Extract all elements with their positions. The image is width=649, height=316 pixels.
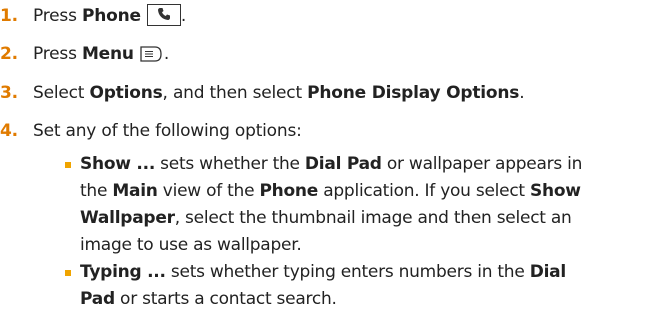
text-part: application. If you select (318, 181, 531, 201)
step-text: Press Menu. (33, 40, 169, 68)
bullet-show-option: Show ... sets whether the Dial Pad or wa… (65, 151, 582, 259)
bullet-line: Pad or starts a contact search. (80, 286, 566, 313)
bullet-marker (65, 162, 71, 168)
step-number: 2. (0, 44, 18, 64)
bullet-marker (65, 270, 71, 276)
bullet-line: Show ... sets whether the Dial Pad or wa… (80, 151, 582, 178)
text-part: sets whether typing enters numbers in th… (165, 262, 530, 282)
bullet-line: Typing ... sets whether typing enters nu… (80, 259, 566, 286)
step-bold-term: Options (89, 83, 163, 103)
bold-term: Show ... (80, 154, 156, 174)
step-bold-term: Phone Display Options (307, 83, 520, 103)
step-text-part: Press (33, 6, 82, 26)
bold-term: Dial Pad (304, 154, 382, 174)
bold-term: Phone (259, 181, 319, 201)
step-text-part: , and then select (162, 83, 308, 103)
step-bold-term: Menu (81, 44, 134, 64)
bullet-line: the Main view of the Phone application. … (80, 178, 582, 205)
text-part: the (80, 181, 113, 201)
step-number: 4. (0, 121, 18, 141)
instruction-document: 1. Press Phone. 2. Press Menu. 3. Select… (0, 0, 649, 316)
step-text-part: . (519, 83, 525, 103)
text-part: or wallpaper appears in (381, 154, 583, 174)
text-part: view of the (157, 181, 260, 201)
text-part: image to use as wallpaper. (80, 235, 302, 255)
text-part: sets whether the (155, 154, 305, 174)
step-text-part: Press (33, 44, 82, 64)
bold-term: Typing ... (80, 262, 166, 282)
step-text-part: Select (33, 83, 90, 103)
phone-key-icon (146, 4, 181, 26)
bullet-typing-option: Typing ... sets whether typing enters nu… (65, 259, 566, 313)
bullet-line: Wallpaper, select the thumbnail image an… (80, 205, 582, 232)
step-text-part: . (163, 44, 170, 64)
step-text-part: . (180, 6, 187, 26)
text-part: or starts a contact search. (114, 289, 337, 309)
bold-term: Main (112, 181, 158, 201)
step-number: 1. (0, 6, 18, 26)
menu-key-icon (138, 44, 164, 64)
bold-term: Dial (529, 262, 567, 282)
bold-term: Wallpaper (80, 208, 175, 228)
step-number: 3. (0, 83, 18, 103)
bullet-line: image to use as wallpaper. (80, 232, 582, 259)
step-text: Set any of the following options: (33, 121, 302, 141)
text-part: , select the thumbnail image and then se… (174, 208, 572, 228)
step-text: Press Phone. (33, 2, 186, 30)
step-bold-term: Phone (81, 6, 141, 26)
bold-term: Show (530, 181, 581, 201)
step-text: Select Options, and then select Phone Di… (33, 79, 525, 107)
bold-term: Pad (80, 289, 115, 309)
